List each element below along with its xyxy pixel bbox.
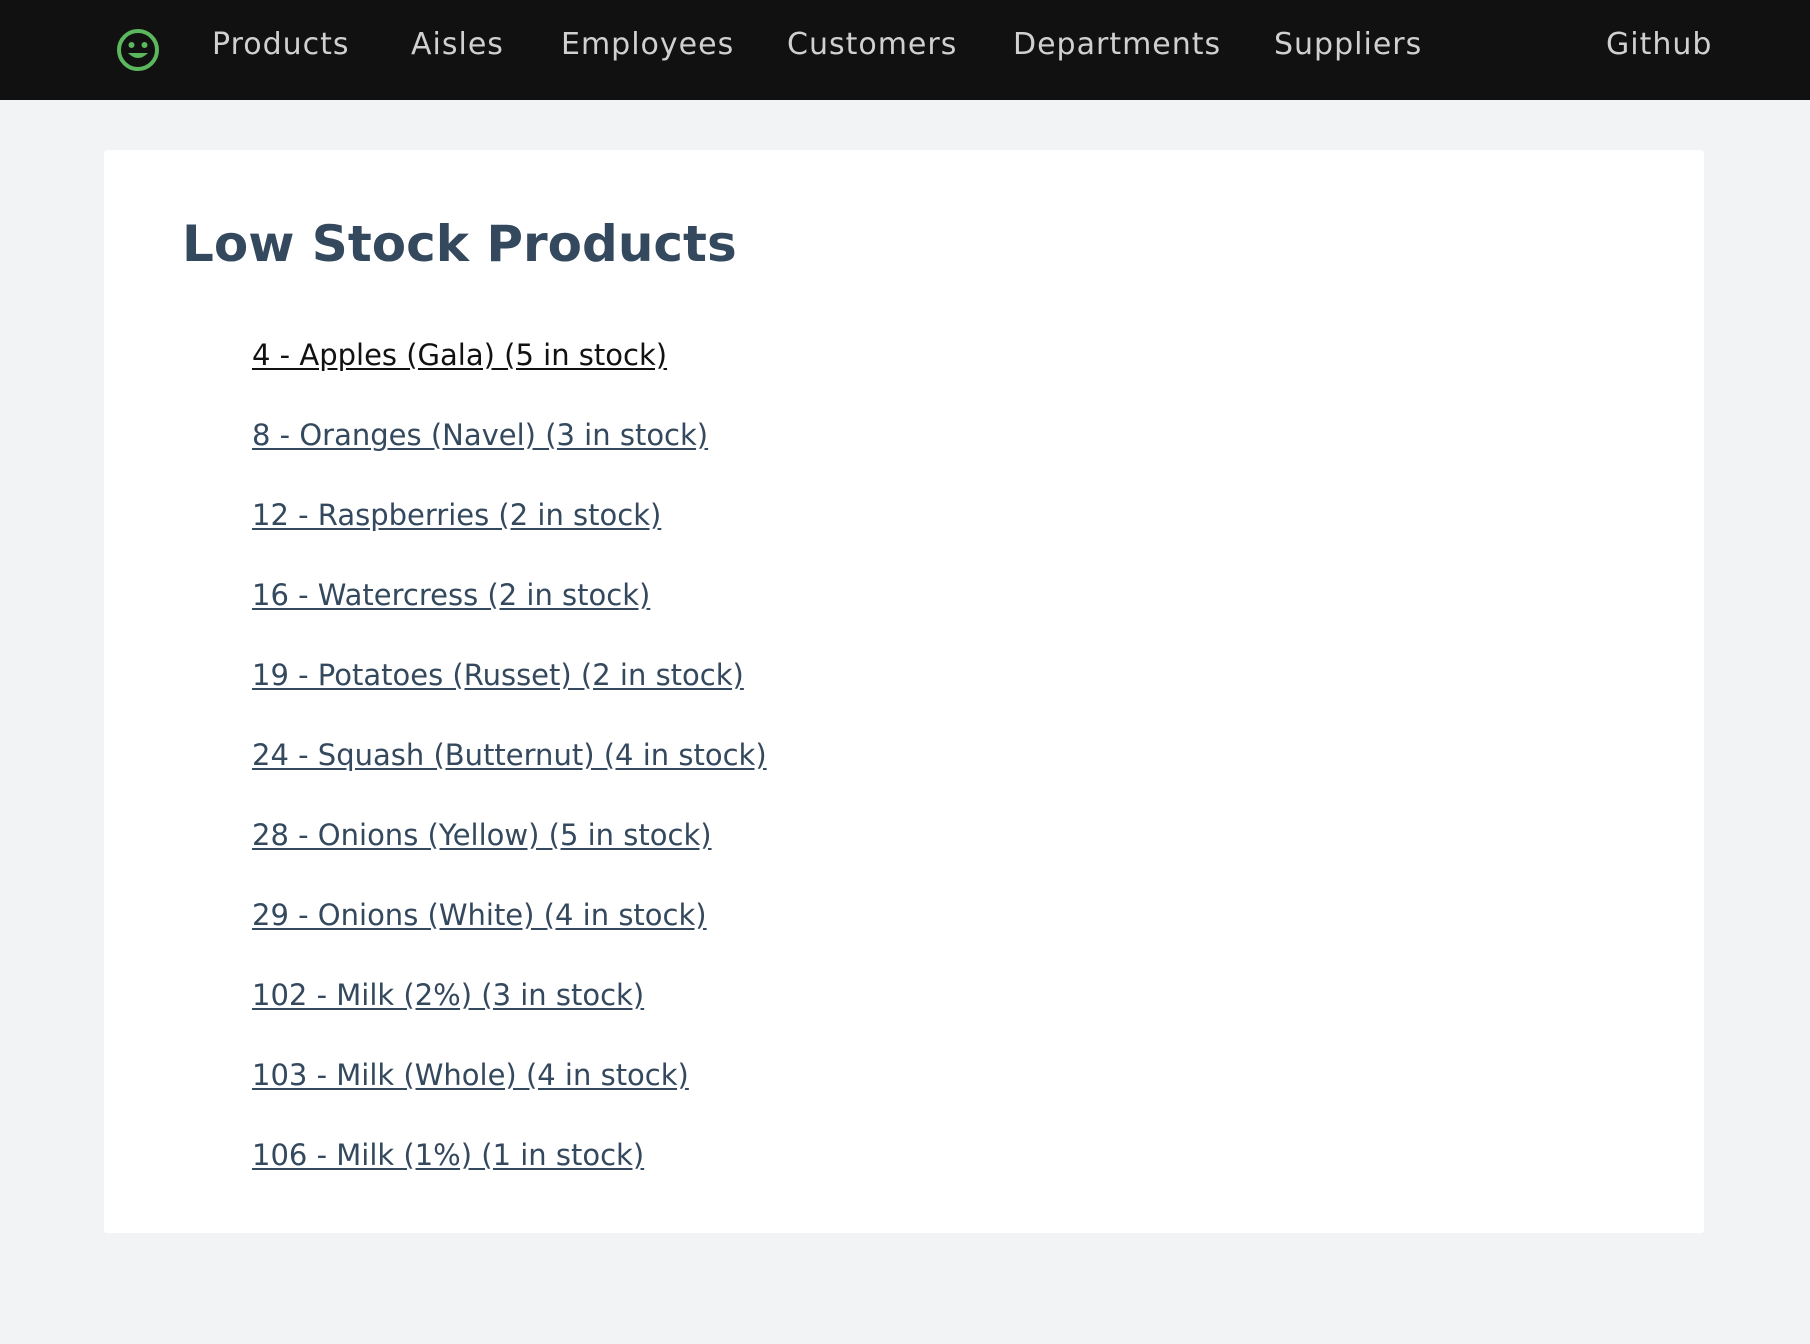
smiley-face-icon[interactable] bbox=[116, 28, 160, 72]
nav-link-employees[interactable]: Employees bbox=[561, 28, 734, 62]
nav-link-customers[interactable]: Customers bbox=[787, 28, 957, 62]
product-link[interactable]: 8 - Oranges (Navel) (3 in stock) bbox=[252, 418, 708, 452]
product-link[interactable]: 19 - Potatoes (Russet) (2 in stock) bbox=[252, 658, 744, 692]
product-link[interactable]: 106 - Milk (1%) (1 in stock) bbox=[252, 1138, 644, 1172]
product-link[interactable]: 24 - Squash (Butternut) (4 in stock) bbox=[252, 738, 767, 772]
nav-link-aisles[interactable]: Aisles bbox=[411, 28, 504, 62]
list-item: 28 - Onions (Yellow) (5 in stock) bbox=[252, 815, 712, 855]
low-stock-card: Low Stock Products 4 - Apples (Gala) (5 … bbox=[104, 150, 1704, 1233]
nav-link-suppliers[interactable]: Suppliers bbox=[1274, 28, 1422, 62]
product-link[interactable]: 102 - Milk (2%) (3 in stock) bbox=[252, 978, 644, 1012]
top-navbar: Products Aisles Employees Customers Depa… bbox=[0, 0, 1810, 100]
list-item: 106 - Milk (1%) (1 in stock) bbox=[252, 1135, 644, 1175]
list-item: 19 - Potatoes (Russet) (2 in stock) bbox=[252, 655, 744, 695]
product-link[interactable]: 29 - Onions (White) (4 in stock) bbox=[252, 898, 707, 932]
nav-link-departments[interactable]: Departments bbox=[1013, 28, 1221, 62]
list-item: 8 - Oranges (Navel) (3 in stock) bbox=[252, 415, 708, 455]
list-item: 103 - Milk (Whole) (4 in stock) bbox=[252, 1055, 689, 1095]
product-link[interactable]: 16 - Watercress (2 in stock) bbox=[252, 578, 650, 612]
nav-link-github[interactable]: Github bbox=[1606, 28, 1712, 62]
product-link[interactable]: 103 - Milk (Whole) (4 in stock) bbox=[252, 1058, 689, 1092]
list-item: 24 - Squash (Butternut) (4 in stock) bbox=[252, 735, 767, 775]
product-link[interactable]: 12 - Raspberries (2 in stock) bbox=[252, 498, 661, 532]
list-item: 16 - Watercress (2 in stock) bbox=[252, 575, 650, 615]
list-item: 29 - Onions (White) (4 in stock) bbox=[252, 895, 707, 935]
list-item: 102 - Milk (2%) (3 in stock) bbox=[252, 975, 644, 1015]
page-title: Low Stock Products bbox=[182, 215, 737, 273]
nav-link-products[interactable]: Products bbox=[212, 28, 350, 62]
product-link[interactable]: 4 - Apples (Gala) (5 in stock) bbox=[252, 338, 667, 372]
list-item: 12 - Raspberries (2 in stock) bbox=[252, 495, 661, 535]
list-item: 4 - Apples (Gala) (5 in stock) bbox=[252, 335, 667, 375]
product-link[interactable]: 28 - Onions (Yellow) (5 in stock) bbox=[252, 818, 712, 852]
